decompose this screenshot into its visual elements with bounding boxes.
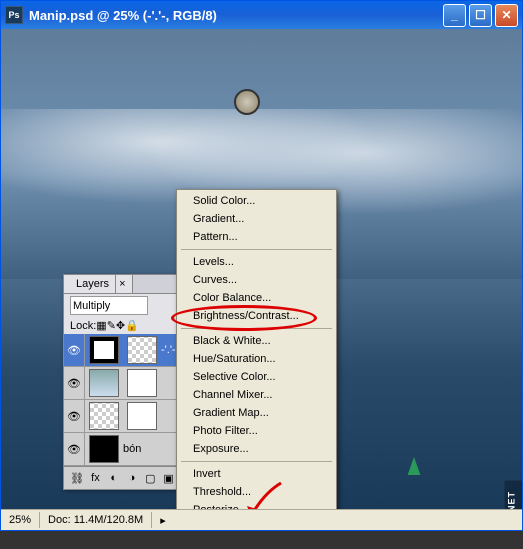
menu-item[interactable]: Color Balance... — [179, 289, 334, 307]
menu-item[interactable]: Photo Filter... — [179, 422, 334, 440]
menu-item[interactable]: Brightness/Contrast... — [179, 307, 334, 325]
status-spacer: ▸ — [152, 512, 522, 529]
status-bar: 25% Doc: 11.4M/120.8M ▸ — [1, 509, 522, 530]
app-icon: Ps — [5, 6, 23, 24]
mask-thumb — [127, 369, 157, 397]
layer-thumb — [89, 369, 119, 397]
document-canvas[interactable]: Layers × ▸ Lock: ▦ ✎ ✥ 🔒 👁 -'.'- — [1, 29, 522, 509]
lock-label: Lock: — [70, 320, 96, 332]
layer-thumb — [89, 336, 119, 364]
menu-item[interactable]: Channel Mixer... — [179, 386, 334, 404]
menu-item[interactable]: Gradient... — [179, 210, 334, 228]
menu-item[interactable]: Curves... — [179, 271, 334, 289]
layers-tab[interactable]: Layers × — [64, 275, 133, 293]
blend-mode-select[interactable] — [70, 296, 148, 315]
window-title: Manip.psd @ 25% (-'.'-, RGB/8) — [29, 8, 443, 23]
lock-position-icon[interactable]: ✥ — [116, 319, 125, 332]
visibility-icon[interactable]: 👁 — [64, 400, 85, 432]
menu-item[interactable]: Invert — [179, 465, 334, 483]
visibility-icon[interactable]: 👁 — [64, 433, 85, 465]
maximize-button[interactable]: ☐ — [469, 4, 492, 27]
menu-item[interactable]: Exposure... — [179, 440, 334, 458]
folder-icon[interactable]: ▢ — [142, 470, 158, 486]
app-window: Ps Manip.psd @ 25% (-'.'-, RGB/8) _ ☐ ✕ … — [0, 0, 523, 531]
menu-item[interactable]: Levels... — [179, 253, 334, 271]
link-layers-icon[interactable]: ⛓ — [69, 470, 85, 486]
layer-thumb — [89, 435, 119, 463]
menu-item[interactable]: Gradient Map... — [179, 404, 334, 422]
lock-pixels-icon[interactable]: ✎ — [107, 319, 116, 332]
lock-transparency-icon[interactable]: ▦ — [96, 319, 106, 332]
menu-separator — [181, 249, 332, 250]
menu-separator — [181, 328, 332, 329]
layer-name[interactable]: -'.'- — [161, 344, 176, 356]
menu-item[interactable]: Posterize... — [179, 501, 334, 509]
menu-item[interactable]: Selective Color... — [179, 368, 334, 386]
mask-thumb — [127, 336, 157, 364]
menu-item[interactable]: Solid Color... — [179, 192, 334, 210]
doc-size: Doc: 11.4M/120.8M — [40, 512, 152, 528]
adjustment-menu: Solid Color...Gradient...Pattern... Level… — [176, 189, 337, 509]
clock-element — [234, 89, 260, 115]
lock-all-icon[interactable]: 🔒 — [125, 319, 139, 332]
menu-separator — [181, 461, 332, 462]
mask-icon[interactable]: ◐ — [106, 470, 122, 486]
fx-icon[interactable]: fx — [87, 470, 103, 486]
menu-item[interactable]: Pattern... — [179, 228, 334, 246]
close-button[interactable]: ✕ — [495, 4, 518, 27]
adjustment-icon[interactable]: ◑ — [124, 470, 140, 486]
menu-item[interactable]: Threshold... — [179, 483, 334, 501]
zoom-level[interactable]: 25% — [1, 512, 40, 528]
mask-thumb — [127, 402, 157, 430]
layer-name[interactable]: bón — [123, 443, 141, 455]
menu-item[interactable]: Black & White... — [179, 332, 334, 350]
minimize-button[interactable]: _ — [443, 4, 466, 27]
watermark: VIETDESIGNER.NETTUTORIAL — [505, 481, 522, 509]
layer-thumb — [89, 402, 119, 430]
menu-item[interactable]: Hue/Saturation... — [179, 350, 334, 368]
title-bar[interactable]: Ps Manip.psd @ 25% (-'.'-, RGB/8) _ ☐ ✕ — [1, 1, 522, 29]
visibility-icon[interactable]: 👁 — [64, 334, 85, 366]
new-layer-icon[interactable]: ▣ — [161, 470, 177, 486]
visibility-icon[interactable]: 👁 — [64, 367, 85, 399]
